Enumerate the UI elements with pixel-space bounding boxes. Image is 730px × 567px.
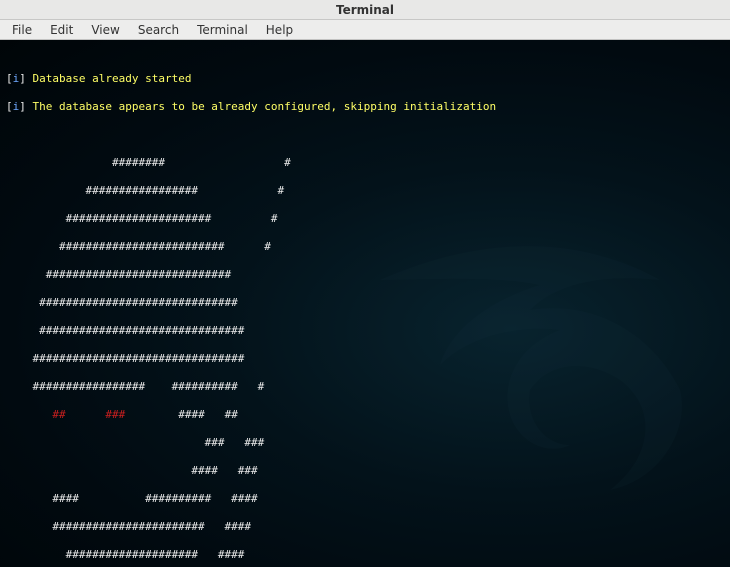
ascii-art: ################# ########## #: [6, 380, 724, 394]
ascii-art: ###############################: [6, 324, 724, 338]
terminal-window: Terminal File Edit View Search Terminal …: [0, 0, 730, 567]
ascii-art: ### ###: [6, 436, 724, 450]
blank: [6, 128, 724, 142]
ascii-art: ################################: [6, 352, 724, 366]
menubar[interactable]: File Edit View Search Terminal Help: [0, 20, 730, 40]
ascii-art: ###################### #: [6, 212, 724, 226]
ascii-art: ############################: [6, 268, 724, 282]
info-line-1: [i] Database already started: [6, 72, 724, 86]
terminal-output[interactable]: [i] Database already started [i] The dat…: [0, 40, 730, 567]
menu-search[interactable]: Search: [130, 21, 187, 39]
ascii-art-eyes: ## ### #### ##: [6, 408, 724, 422]
ascii-art: ######## #: [6, 156, 724, 170]
titlebar: Terminal: [0, 0, 730, 20]
ascii-art: #### ###: [6, 464, 724, 478]
ascii-art: #### ########## ####: [6, 492, 724, 506]
ascii-art: ################# #: [6, 184, 724, 198]
info-line-2: [i] The database appears to be already c…: [6, 100, 724, 114]
menu-view[interactable]: View: [83, 21, 127, 39]
ascii-art: ######################### #: [6, 240, 724, 254]
menu-edit[interactable]: Edit: [42, 21, 81, 39]
menu-terminal[interactable]: Terminal: [189, 21, 256, 39]
ascii-art: ##############################: [6, 296, 724, 310]
menu-help[interactable]: Help: [258, 21, 301, 39]
ascii-art: #################### ####: [6, 548, 724, 562]
ascii-art: ####################### ####: [6, 520, 724, 534]
menu-file[interactable]: File: [4, 21, 40, 39]
window-title: Terminal: [336, 3, 394, 17]
